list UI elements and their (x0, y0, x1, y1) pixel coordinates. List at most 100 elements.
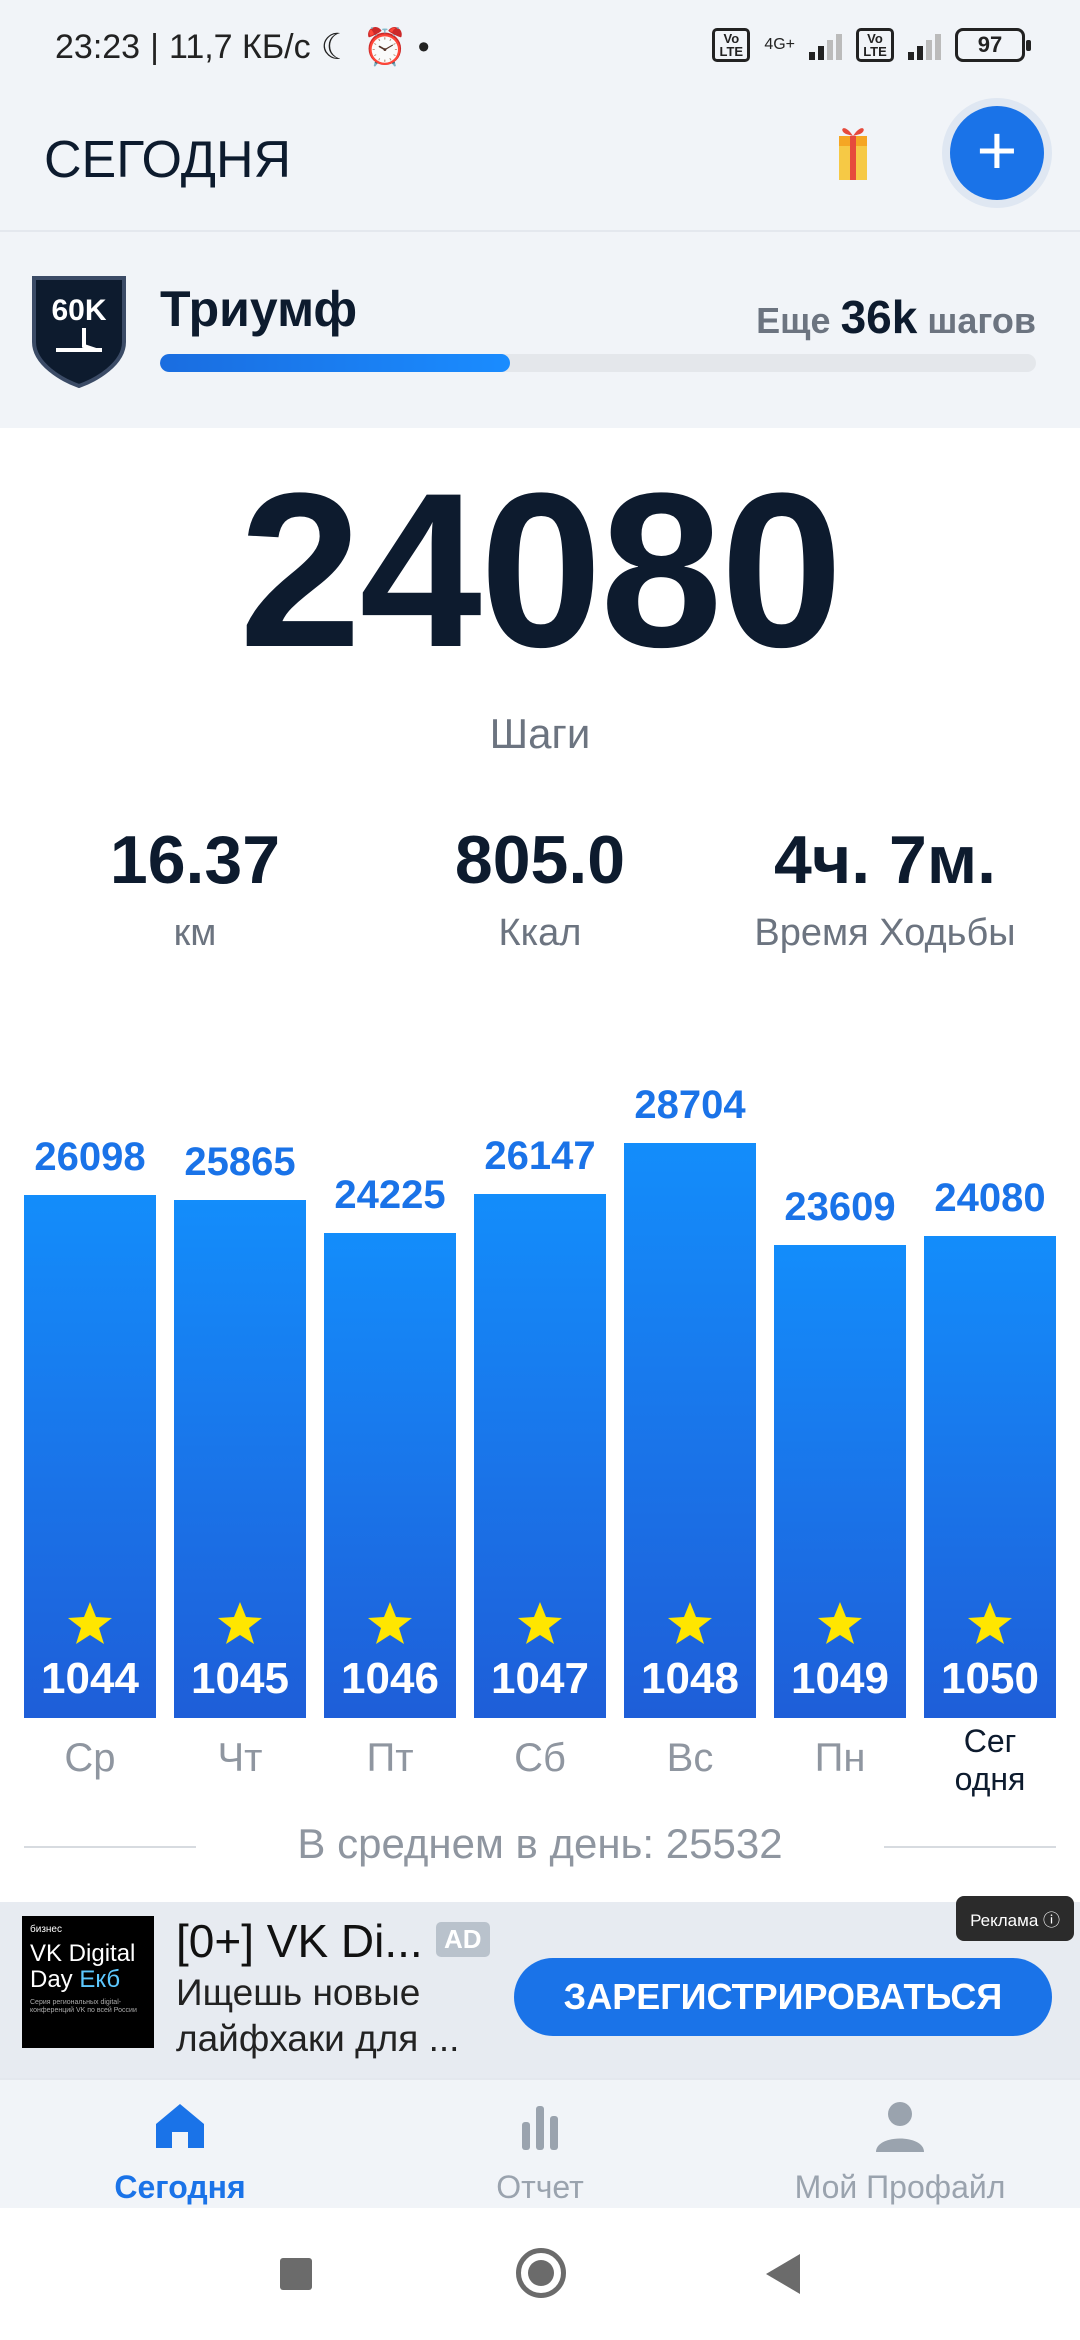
stat-calories-value: 805.0 (454, 822, 626, 898)
status-separator: | (150, 27, 159, 66)
ad-image-fine: Серия региональных digital-конференций V… (30, 1999, 137, 2014)
chart-bar-star-count: 1048 (641, 1654, 739, 1703)
ad-image-title: VK Digital Day Екб (30, 1941, 146, 1993)
ad-tag: AD (436, 1922, 490, 1957)
star-icon (218, 1602, 262, 1644)
goal-remaining-prefix: Еще (756, 300, 831, 341)
tab-report[interactable]: Отчет (360, 2098, 720, 2206)
star-icon (818, 1602, 862, 1644)
tab-profile-label: Мой Профайл (794, 2169, 1006, 2205)
add-button[interactable]: + (950, 106, 1044, 200)
status-time: 23:23 (55, 27, 141, 66)
home-button[interactable] (516, 2248, 566, 2298)
system-nav-bar (0, 2208, 1080, 2340)
chart-bar-star-count: 1045 (191, 1654, 289, 1703)
dot-icon: • (417, 27, 430, 66)
chart-bar-column[interactable]: 24225 1046 Пт (324, 1030, 456, 1800)
steps-count: 24080 (239, 447, 843, 693)
star-icon (68, 1602, 112, 1644)
goal-remaining-suffix: шагов (927, 300, 1036, 341)
ad-title[interactable]: [0+] VK Di... (176, 1914, 423, 1968)
goal-remaining-value: 36k (840, 291, 918, 343)
ad-image[interactable]: бизнес VK Digital Day Екб Серия регионал… (22, 1916, 154, 2048)
tab-today-label: Сегодня (114, 2169, 246, 2205)
chart-bar-star-count: 1050 (941, 1654, 1039, 1703)
goal-badge-text: 60K (51, 294, 106, 327)
chart-day-label: Пт (366, 1736, 414, 1780)
person-icon (876, 2102, 924, 2152)
tab-today[interactable]: Сегодня (0, 2098, 360, 2206)
average-text: В среднем в день: 25532 (297, 1820, 783, 1867)
home-icon (156, 2104, 204, 2148)
stat-distance-label: км (173, 912, 217, 954)
star-icon (968, 1602, 1012, 1644)
stat-walk-time-label: Время Ходьбы (754, 912, 1016, 954)
register-button[interactable]: ЗАРЕГИСТРИРОВАТЬСЯ (514, 1958, 1052, 2036)
stat-distance: 16.37 км (15, 820, 375, 955)
ad-image-line2: Day (30, 1966, 73, 1993)
chart-bar-value-label: 26098 (34, 1135, 146, 1179)
weekly-steps-chart: 26098 1044 Ср 25865 1045 Чт 24225 1046 Пт 26147 10… (0, 1030, 1080, 1800)
chart-bar-column[interactable]: 23609 1049 Пн (774, 1030, 906, 1800)
bottom-tab-bar: Сегодня Отчет Мой Профайл (0, 2078, 1080, 2208)
status-left: 23:23 | 11,7 КБ/с ☾ ⏰ • (55, 26, 430, 68)
stat-walk-time-value: 4ч. 7м. (773, 822, 997, 898)
chart-bar-star-count: 1044 (41, 1654, 139, 1703)
status-right: Vo LTE 4G+ Vo LTE 97 (712, 28, 1031, 62)
tab-profile[interactable]: Мой Профайл (720, 2098, 1080, 2206)
status-speed: 11,7 КБ/с (168, 27, 311, 66)
battery-icon: 97 (955, 28, 1031, 62)
goal-progress-bar (160, 354, 1036, 372)
chart-day-label: Ср (64, 1736, 116, 1780)
network-label: 4G+ (764, 36, 795, 53)
moon-icon: ☾ (320, 26, 353, 67)
chart-bar-star-count: 1049 (791, 1654, 889, 1703)
ad-image-line1: VK Digital (30, 1940, 136, 1967)
volte-icon: Vo LTE (712, 28, 751, 62)
average-row: В среднем в день: 25532 (0, 1820, 1080, 1876)
star-icon (668, 1602, 712, 1644)
chart-bar-column[interactable]: 28704 1048 Вс (624, 1030, 756, 1800)
star-icon (518, 1602, 562, 1644)
stat-calories-label: Ккал (498, 912, 582, 954)
star-icon (368, 1602, 412, 1644)
chart-bar-value-label: 25865 (184, 1140, 296, 1184)
chart-day-label: Сег одня (954, 1723, 1026, 1797)
tab-report-label: Отчет (496, 2169, 584, 2205)
ad-banner[interactable]: бизнес VK Digital Day Екб Серия регионал… (0, 1896, 1080, 2078)
signal-icon-2 (908, 30, 941, 60)
ad-image-brand: бизнес (30, 1924, 62, 1935)
recents-button[interactable] (280, 2258, 312, 2290)
back-button[interactable] (766, 2254, 800, 2294)
ad-image-accent: Екб (79, 1966, 121, 1993)
stat-walk-time: 4ч. 7м. Время Ходьбы (705, 820, 1065, 955)
chart-day-label: Пн (814, 1736, 866, 1780)
chart-day-label: Чт (217, 1736, 263, 1780)
chart-bar-value-label: 26147 (484, 1134, 596, 1178)
ad-description[interactable]: Ищешь новые лайфхаки для ... (176, 1970, 486, 2062)
chart-bar-column[interactable]: 24080 1050 Сег одня (924, 1030, 1056, 1800)
chart-bar-column[interactable]: 26098 1044 Ср (24, 1030, 156, 1800)
chart-day-label: Сб (514, 1736, 566, 1780)
chart-bar-column[interactable]: 26147 1047 Сб (474, 1030, 606, 1800)
status-bar: 23:23 | 11,7 КБ/с ☾ ⏰ • Vo LTE 4G+ Vo LT… (0, 0, 1080, 96)
chart-bar-star-count: 1047 (491, 1654, 589, 1703)
page-title: СЕГОДНЯ (44, 131, 292, 189)
gift-icon[interactable] (836, 120, 870, 182)
goal-card[interactable]: 60K Триумф Еще 36k шагов (0, 232, 1080, 428)
volte-icon-2: Vo LTE (856, 28, 894, 62)
chart-bar-column[interactable]: 25865 1045 Чт (174, 1030, 306, 1800)
chart-bar-value-label: 23609 (784, 1185, 896, 1229)
chart-bar-star-count: 1046 (341, 1654, 439, 1703)
chart-bar-value-label: 24225 (334, 1173, 446, 1217)
signal-icon (809, 30, 842, 60)
steps-label: Шаги (489, 710, 591, 757)
chart-day-label: Вс (666, 1736, 714, 1780)
alarm-icon: ⏰ (362, 26, 408, 67)
goal-remaining: Еще 36k шагов (756, 290, 1036, 344)
goal-progress-fill (160, 354, 511, 372)
ad-label[interactable]: Реклама ⓘ (956, 1896, 1074, 1941)
app-bar: СЕГОДНЯ + (0, 96, 1080, 232)
bar-chart-icon (522, 2106, 558, 2150)
stat-distance-value: 16.37 (109, 822, 281, 898)
